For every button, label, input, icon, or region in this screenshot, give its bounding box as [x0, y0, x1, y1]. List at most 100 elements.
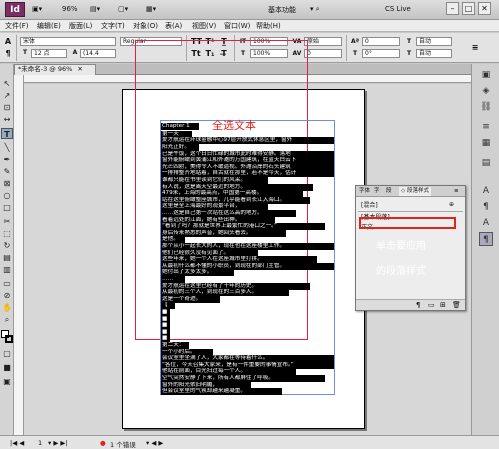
menu-layout[interactable]: 版面(L) — [69, 21, 92, 31]
formatting-affects-container-icon[interactable]: ▢ — [1, 348, 13, 359]
first-page-icon[interactable]: |◀ ◀ — [10, 439, 24, 447]
selection-tool-icon[interactable]: ↖ — [1, 78, 13, 89]
click-style-annotation-line1: 单击要应用 — [376, 241, 426, 252]
arrange-icon[interactable]: ▦▾ — [146, 5, 156, 13]
menu-window[interactable]: 窗口(W) — [224, 21, 250, 31]
preflight-error-icon: ● — [100, 439, 106, 447]
view-options-icon[interactable]: ▤▾ — [90, 5, 100, 13]
swatches-panel-icon[interactable]: ▦ — [479, 136, 493, 150]
panel-menu-icon[interactable]: ≡ — [470, 43, 480, 53]
search-box[interactable]: ▾ ⌕ — [310, 5, 320, 14]
style-highlight-box — [359, 217, 456, 229]
current-style-label: [混合] — [361, 202, 378, 209]
free-transform-tool-icon[interactable]: ⬚ — [1, 228, 13, 239]
layers-panel-icon[interactable]: ◈ — [479, 84, 493, 98]
menu-table[interactable]: 表(A) — [165, 21, 182, 31]
tab-font[interactable]: 字体 — [359, 187, 370, 196]
paragraph-panel-icon[interactable]: ¶ — [479, 200, 493, 214]
new-style-group-icon[interactable]: ▭ — [428, 301, 435, 309]
close-tab-icon[interactable]: ✕ — [77, 65, 82, 73]
panel-tabs: 字体 字 段 ◇ 段落样式 ≡ — [356, 186, 465, 197]
rectangle-tool-icon[interactable]: □ — [1, 202, 13, 213]
create-new-style-icon[interactable]: ⊞ — [440, 301, 446, 309]
pencil-tool-icon[interactable]: ✎ — [1, 166, 13, 177]
text-line[interactable]: 但会议室里的气氛却越来越凝重。 — [161, 388, 283, 395]
text-wrap-panel-icon[interactable]: ▤ — [479, 156, 493, 170]
vertical-ruler[interactable] — [14, 75, 24, 435]
apply-color-icon[interactable]: ■ — [1, 362, 13, 373]
menu-file[interactable]: 文件(F) — [5, 21, 29, 31]
char-rotation-icon: T — [406, 38, 412, 45]
line-tool-icon[interactable]: ╲ — [1, 142, 13, 153]
menu-object[interactable]: 对象(O) — [133, 21, 158, 31]
direct-selection-tool-icon[interactable]: ↗ — [1, 90, 13, 101]
scissors-tool-icon[interactable]: ✂ — [1, 216, 13, 227]
type-tool-icon[interactable]: T — [1, 128, 13, 139]
close-button[interactable]: ✕ — [478, 2, 491, 15]
leading-field[interactable]: (14.4 — [80, 49, 116, 58]
note-tool-icon[interactable]: ▭ — [1, 278, 13, 289]
new-style-from-selection-icon[interactable]: ⊕ — [449, 201, 454, 208]
stroke-panel-icon[interactable]: ≡ — [479, 120, 493, 134]
cs-live-button[interactable]: CS Live — [385, 5, 411, 13]
baseline-shift-field[interactable]: 0 — [362, 37, 400, 46]
page-number-field[interactable]: 1 — [38, 439, 42, 447]
fill-stroke-icon[interactable] — [1, 330, 13, 344]
tracking-field[interactable]: 0 — [304, 49, 342, 58]
selected-text-block[interactable]: Chapter 1 第一天 爱才航运在环球金融中心97层开放式休息区里，窗外 阳光正好… — [161, 123, 334, 395]
divider — [346, 35, 347, 61]
screen-mode-icon[interactable]: ▢▾ — [118, 5, 128, 13]
leading-icon: A — [72, 49, 78, 56]
menu-type[interactable]: 文字(T) — [101, 21, 125, 31]
zoom-tool-icon[interactable]: ⌕ — [1, 314, 13, 325]
zoom-level[interactable]: 96% — [62, 5, 78, 13]
rotate-tool-icon[interactable]: ↻ — [1, 240, 13, 251]
normal-view-icon[interactable]: ▣ — [1, 376, 13, 387]
workspace-switcher[interactable]: 基本功能 — [268, 5, 296, 15]
tab-paragraph-styles[interactable]: ◇ 段落样式 — [399, 187, 431, 196]
character-panel-icon[interactable]: A — [479, 184, 493, 198]
menu-help[interactable]: 帮助(H) — [256, 21, 281, 31]
divider — [16, 35, 17, 61]
panel-menu-icon[interactable]: ≡ — [454, 187, 459, 196]
links-panel-icon[interactable]: ⛓ — [479, 100, 493, 114]
character-controls-icon[interactable]: A — [3, 37, 13, 47]
ellipse-tool-icon[interactable]: ○ — [1, 190, 13, 201]
kerning-field[interactable]: 原始 — [304, 37, 342, 46]
auto-field-1[interactable]: 自动 — [416, 37, 452, 46]
character-styles-panel-icon[interactable]: A — [479, 216, 493, 230]
maximize-button[interactable]: □ — [462, 2, 475, 15]
pages-panel-icon[interactable]: ▣ — [479, 68, 493, 82]
tab-para[interactable]: 段 — [386, 187, 392, 196]
font-family-field[interactable]: 宋体 — [20, 37, 116, 46]
paragraph-controls-icon[interactable]: ¶ — [3, 49, 13, 59]
hand-tool-icon[interactable]: ✋ — [1, 302, 13, 313]
preflight-menu-icon[interactable]: ▾ ◀ ▶ — [146, 439, 163, 447]
menu-view[interactable]: 视图(V) — [192, 21, 216, 31]
text-line[interactable]: Chapter 1 — [161, 123, 200, 131]
preflight-errors[interactable]: 1 个错误 — [110, 439, 136, 449]
tab-char[interactable]: 字 — [374, 187, 380, 196]
delete-style-icon[interactable]: 🗑 — [452, 301, 461, 309]
menu-edit[interactable]: 编辑(E) — [37, 21, 61, 31]
paragraph-styles-panel-icon[interactable]: ¶ — [479, 232, 493, 246]
indesign-logo: Id — [5, 2, 25, 17]
eyedropper-tool-icon[interactable]: ⊘ — [1, 290, 13, 301]
rectangle-frame-tool-icon[interactable]: ⊠ — [1, 178, 13, 189]
next-page-icon[interactable]: ▾ ▶ ▶| — [48, 439, 68, 447]
document-tab[interactable]: *未命名-3 @ 96% ✕ — [14, 64, 96, 75]
click-style-annotation-line2: 的段落样式 — [376, 266, 426, 277]
baseline-shift-icon: Aª — [350, 38, 360, 45]
page-tool-icon[interactable]: ⊡ — [1, 102, 13, 113]
panel-footer: ¶ ▭ ⊞ 🗑 — [356, 299, 465, 310]
auto-field-2[interactable]: 自动 — [416, 49, 452, 58]
gradient-swatch-tool-icon[interactable]: ▤ — [1, 252, 13, 263]
font-size-field[interactable]: 12 点 — [31, 49, 67, 58]
bridge-icon[interactable]: ▣▾ — [32, 5, 42, 13]
clear-overrides-icon[interactable]: ¶ — [416, 301, 420, 309]
pen-tool-icon[interactable]: ✒ — [1, 154, 13, 165]
minimize-button[interactable]: – — [446, 2, 459, 15]
gap-tool-icon[interactable]: ↔ — [1, 114, 13, 125]
skew-field[interactable]: 0° — [362, 49, 400, 58]
gradient-feather-tool-icon[interactable]: ▥ — [1, 264, 13, 275]
